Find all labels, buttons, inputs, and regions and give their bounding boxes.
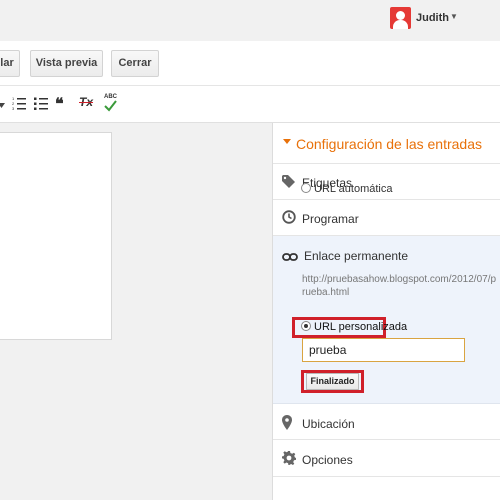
location-pin-icon xyxy=(282,415,292,433)
radio-label: URL personalizada xyxy=(314,321,408,333)
sidebar-item-label: Enlace permanente xyxy=(304,249,409,263)
permalink-url: http://pruebasahow.blogspot.com/2012/07/… xyxy=(302,274,497,298)
caret-down-icon xyxy=(283,139,291,144)
bulleted-list-icon[interactable] xyxy=(34,96,48,112)
sidebar-item-location[interactable]: Ubicación xyxy=(273,404,500,440)
tag-icon xyxy=(282,175,295,191)
post-settings-panel: Configuración de las entradas Etiquetas … xyxy=(272,123,500,500)
sidebar-item-schedule[interactable]: Programar xyxy=(273,200,500,236)
link-icon xyxy=(282,250,298,264)
username[interactable]: Judith xyxy=(416,12,449,24)
custom-url-input[interactable] xyxy=(302,338,465,362)
svg-text:3: 3 xyxy=(12,106,15,110)
radio-custom-url[interactable]: URL personalizada xyxy=(301,321,407,333)
format-toolbar: 1 2 3 ❝ Tx ABC xyxy=(0,86,500,123)
avatar[interactable] xyxy=(390,7,411,29)
close-button[interactable]: Cerrar xyxy=(111,50,159,77)
sidebar-item-options[interactable]: Opciones xyxy=(273,440,500,477)
done-button[interactable]: Finalizado xyxy=(306,373,359,390)
clock-icon xyxy=(282,210,296,227)
settings-title: Configuración de las entradas xyxy=(296,136,483,152)
sidebar-item-label: Programar xyxy=(302,212,359,226)
avatar-body xyxy=(393,20,408,29)
post-editor[interactable] xyxy=(0,132,112,340)
chevron-down-icon[interactable] xyxy=(0,98,5,114)
avatar-head xyxy=(396,11,405,20)
radio-button[interactable] xyxy=(301,183,311,193)
quote-icon[interactable]: ❝ xyxy=(55,94,64,113)
spellcheck-icon[interactable]: ABC xyxy=(103,94,119,112)
gear-icon xyxy=(282,451,296,468)
sidebar-item-label: Opciones xyxy=(302,453,353,467)
chevron-down-icon[interactable]: ▼ xyxy=(450,12,458,21)
settings-header[interactable]: Configuración de las entradas xyxy=(273,123,500,164)
clear-format-icon[interactable]: Tx xyxy=(79,95,93,111)
top-bar: Judith ▼ xyxy=(0,0,500,41)
radio-label: URL automática xyxy=(314,183,393,195)
radio-automatic-url[interactable]: URL automática xyxy=(301,183,392,195)
radio-button[interactable] xyxy=(301,321,311,331)
preview-button[interactable]: Vista previa xyxy=(30,50,103,77)
action-bar: lar Vista previa Cerrar xyxy=(0,41,500,86)
sidebar-item-label: Ubicación xyxy=(302,417,355,431)
numbered-list-icon[interactable]: 1 2 3 xyxy=(12,96,26,112)
publish-button[interactable]: lar xyxy=(0,50,20,77)
